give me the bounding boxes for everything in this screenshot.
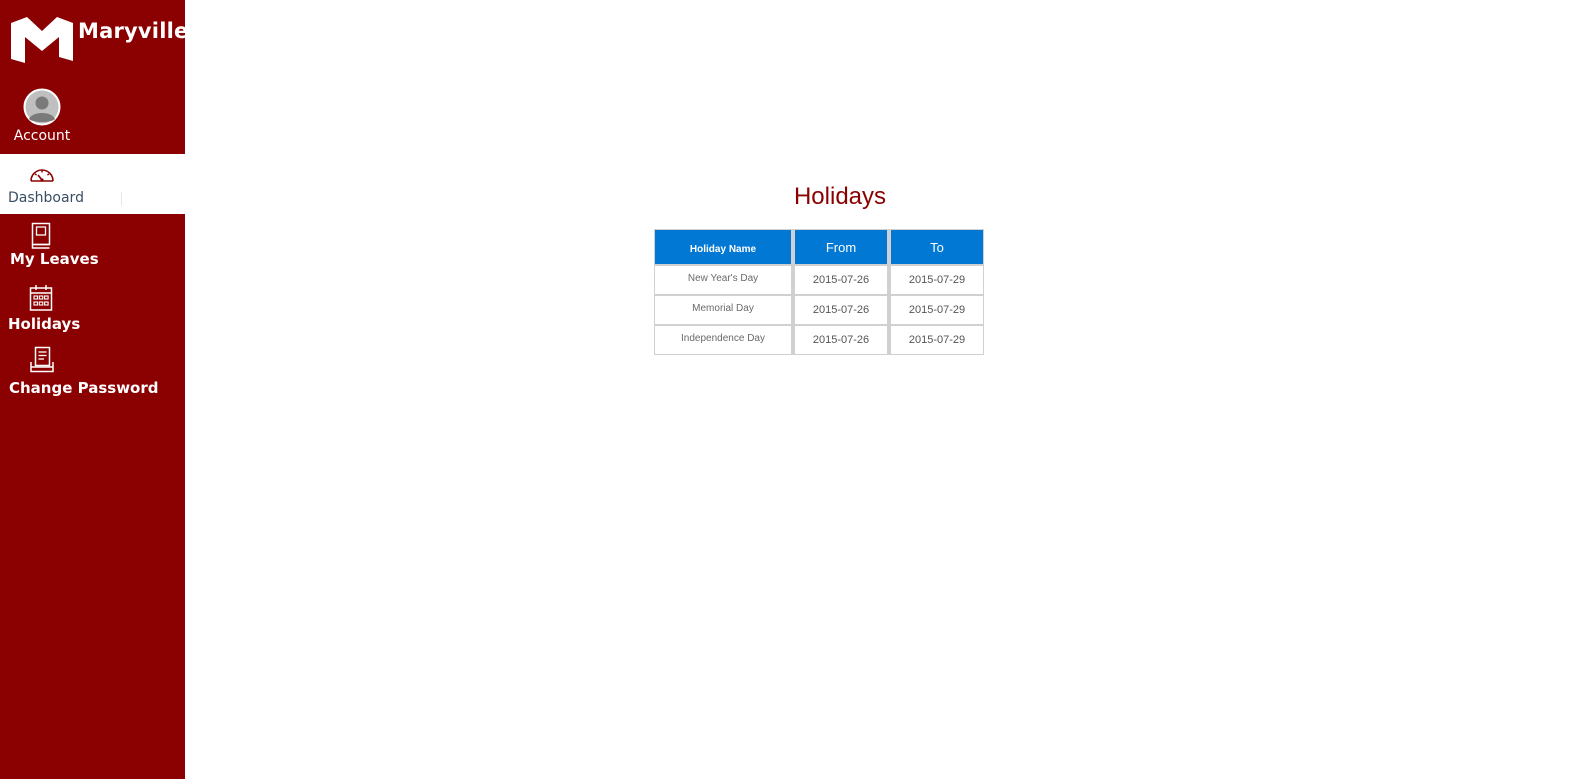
avatar-icon xyxy=(23,88,61,126)
holidays-table: Holiday Name From To New Year's Day 2015… xyxy=(654,229,984,355)
sidebar-item-holidays[interactable]: Holidays xyxy=(0,282,185,337)
book-icon xyxy=(31,222,51,249)
page-title: Holidays xyxy=(793,183,887,210)
table-row: Memorial Day 2015-07-26 2015-07-29 xyxy=(654,295,984,325)
calendar-icon xyxy=(29,285,53,311)
table-row: Independence Day 2015-07-26 2015-07-29 xyxy=(654,325,984,355)
sidebar-item-label: My Leaves xyxy=(10,250,99,268)
holiday-name-cell: Memorial Day xyxy=(654,295,792,325)
maryville-logo-icon xyxy=(11,17,73,63)
sidebar-item-label: Holidays xyxy=(8,315,81,333)
to-date-cell: 2015-07-29 xyxy=(888,295,984,325)
sidebar-item-dashboard[interactable]: Dashboard xyxy=(0,154,185,214)
holiday-name-cell: Independence Day xyxy=(654,325,792,355)
divider xyxy=(121,192,122,206)
to-date-cell: 2015-07-29 xyxy=(888,265,984,295)
sidebar-item-label: Change Password xyxy=(9,379,159,397)
sidebar-item-my-leaves[interactable]: My Leaves xyxy=(0,220,185,275)
to-date-cell: 2015-07-29 xyxy=(888,325,984,355)
table-header-row: Holiday Name From To xyxy=(654,229,984,265)
brand-name: Maryville xyxy=(78,19,189,43)
speedometer-icon xyxy=(30,169,54,182)
column-header-holiday-name[interactable]: Holiday Name xyxy=(654,229,792,265)
account-label: Account xyxy=(13,128,71,144)
sidebar: Maryville Account Dashboard My Leaves Ho… xyxy=(0,0,188,779)
document-stack-icon xyxy=(30,346,54,373)
brand[interactable]: Maryville xyxy=(9,15,188,65)
column-header-from[interactable]: From xyxy=(792,229,888,265)
account-button[interactable]: Account xyxy=(0,88,84,144)
holiday-name-cell: New Year's Day xyxy=(654,265,792,295)
from-date-cell: 2015-07-26 xyxy=(792,325,888,355)
table-row: New Year's Day 2015-07-26 2015-07-29 xyxy=(654,265,984,295)
main-content: Holidays Holiday Name From To New Year's… xyxy=(185,0,1582,779)
from-date-cell: 2015-07-26 xyxy=(792,265,888,295)
sidebar-item-label: Dashboard xyxy=(8,190,84,206)
sidebar-item-change-password[interactable]: Change Password xyxy=(0,346,185,401)
column-header-to[interactable]: To xyxy=(888,229,984,265)
from-date-cell: 2015-07-26 xyxy=(792,295,888,325)
